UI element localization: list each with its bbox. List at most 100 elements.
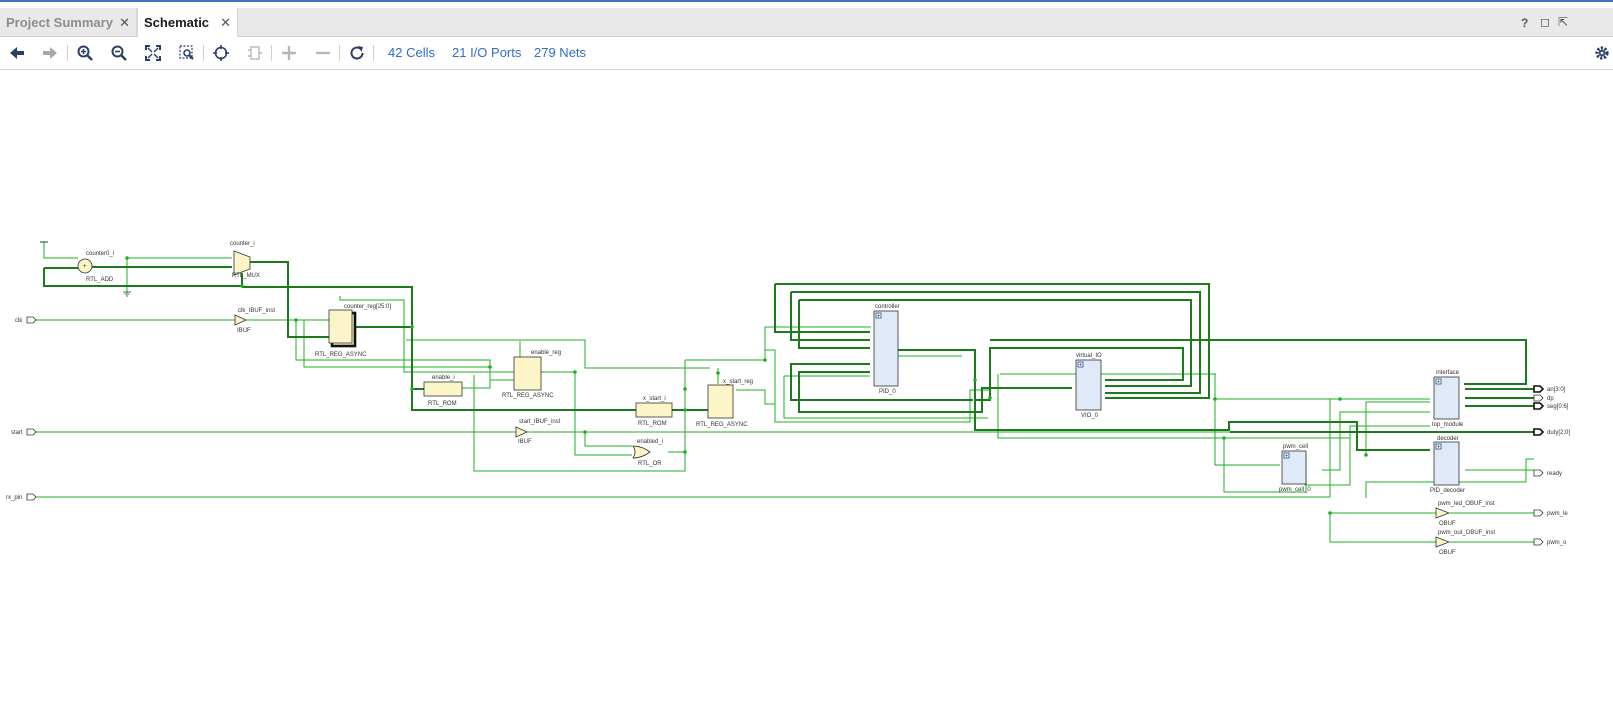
settings-gear-icon[interactable] [1592,43,1612,63]
cell-type: PID_0 [879,389,896,395]
zoom-in-icon[interactable] [75,43,95,63]
cell-type: OBUF [1439,550,1456,556]
help-icon[interactable]: ? [1521,16,1528,30]
forward-arrow-icon[interactable] [40,43,60,63]
cell-enable-i[interactable]: enable_i RTL_ROM [423,375,463,407]
select-icon[interactable] [211,43,231,63]
port-label: clk [15,318,23,324]
cell-type: VIO_0 [1081,413,1099,419]
collapse-icon[interactable] [313,43,333,63]
cell-controller[interactable]: controller PID_0 [873,304,900,395]
schematic-canvas[interactable]: clk start rx_pin + counter0_i RTL_ADD co… [0,70,1613,708]
cell-counter-reg[interactable]: counter_reg[25:0] RTL_REG_ASYNC [315,304,391,358]
cell-name: enabled_i [637,439,663,445]
cell-name: start_IBUF_inst [519,419,561,425]
back-arrow-icon[interactable] [7,43,27,63]
zoom-area-icon[interactable] [177,43,197,63]
cell-interface[interactable]: interface top_module [1432,370,1464,428]
cell-name: controller [875,304,900,310]
cell-name: x_start_i [643,396,666,402]
cell-type: OBUF [1439,521,1456,527]
port-label: an[3:0] [1547,387,1566,393]
toolbar-separator [373,45,374,61]
cell-x-start-reg[interactable]: x_start_reg RTL_REG_ASYNC [696,379,753,428]
cell-clk-ibuf-inst[interactable]: clk_IBUF_inst IBUF [234,308,275,334]
toolbar-separator [339,45,340,61]
cell-type: IBUF [518,439,532,445]
cell-type: pwm_cell_0 [1279,487,1311,493]
cell-virtual-io[interactable]: virtual_IO VIO_0 [1075,353,1102,419]
cell-decoder[interactable]: decoder PID_decoder [1430,436,1465,494]
cell-enabled-i[interactable]: enabled_i RTL_OR [632,439,663,467]
output-port-ready[interactable]: ready [1533,469,1562,477]
zoom-fit-icon[interactable] [143,43,163,63]
port-label: pwm_le [1547,511,1568,517]
cell-name: counter_reg[25:0] [344,304,391,310]
cell-type: RTL_OR [638,461,662,467]
cell-type: PID_decoder [1430,488,1465,494]
refresh-icon[interactable] [347,43,367,63]
tab-bar: Project Summary ✕ Schematic ✕ ? ◻ ⇱ [0,8,1613,37]
toolbar-separator [67,45,68,61]
port-label: rx_pin [6,495,22,501]
cell-type: RTL_ROM [428,401,457,407]
cell-name: pwm_cell [1283,444,1308,450]
schematic-toolbar: 42 Cells 21 I/O Ports 279 Nets [0,37,1613,70]
tab-project-summary[interactable]: Project Summary ✕ [0,8,137,36]
output-port-pwm-led[interactable]: pwm_le [1533,509,1568,517]
cell-name: decoder [1437,436,1459,442]
cell-name: virtual_IO [1076,353,1102,359]
toolbar-separator [271,45,272,61]
port-label: pwm_o [1547,540,1567,546]
cell-counter-i[interactable]: counter_i RTL_MUX [230,241,260,279]
cell-name: pwm_led_OBUF_inst [1438,501,1495,507]
cell-type: top_module [1432,422,1464,428]
cell-name: counter_i [230,241,255,247]
close-icon[interactable]: ✕ [119,15,130,31]
restore-icon[interactable]: ◻ [1540,15,1550,29]
port-label: dp [1547,396,1554,402]
toolbar-separator [203,45,204,61]
close-icon[interactable]: ✕ [220,15,231,31]
cell-name: counter0_i [86,251,114,257]
port-label: seg[0:6] [1547,404,1569,410]
cells-count-link[interactable]: 42 Cells [388,45,435,60]
port-label: duty[2:0] [1547,430,1570,436]
output-port-pwm-out[interactable]: pwm_o [1533,538,1567,546]
tab-label: Project Summary [6,14,113,30]
output-port-an[interactable]: an[3:0] [1533,385,1566,393]
output-port-duty[interactable]: duty[2:0] [1533,428,1570,436]
float-icon[interactable]: ⇱ [1558,15,1568,29]
cell-type: IBUF [237,328,251,334]
cell-pwm-led-obuf-inst[interactable]: pwm_led_OBUF_inst OBUF [1435,501,1495,527]
regenerate-icon[interactable] [245,43,265,63]
cell-enable-reg[interactable]: enable_reg RTL_REG_ASYNC [502,350,561,399]
cell-name: enable_reg [531,350,561,356]
input-port-rx-pin[interactable]: rx_pin [6,493,37,501]
svg-text:+: + [83,264,87,270]
input-port-clk[interactable]: clk [15,316,37,324]
cell-name: clk_IBUF_inst [238,308,275,314]
output-port-seg[interactable]: seg[0:6] [1533,402,1569,410]
zoom-out-icon[interactable] [109,43,129,63]
cell-name: pwm_out_OBUF_inst [1438,530,1495,536]
port-label: ready [1547,471,1562,477]
cell-type: RTL_REG_ASYNC [502,393,554,399]
cell-name: x_start_reg [723,379,753,385]
port-label: start [11,430,23,436]
cell-pwm-out-obuf-inst[interactable]: pwm_out_OBUF_inst OBUF [1435,530,1495,556]
expand-icon[interactable] [279,43,299,63]
cell-type: RTL_REG_ASYNC [696,422,748,428]
tab-schematic[interactable]: Schematic ✕ [137,8,238,37]
cell-name: interface [1436,370,1460,376]
tab-label: Schematic [144,15,210,30]
cell-type: RTL_MUX [232,273,260,279]
cell-x-start-i[interactable]: x_start_i RTL_ROM [635,396,673,427]
io-ports-count-link[interactable]: 21 I/O Ports [452,45,521,60]
cell-type: RTL_ROM [638,421,667,427]
cell-type: RTL_REG_ASYNC [315,352,367,358]
input-port-start[interactable]: start [11,428,37,436]
nets-count-link[interactable]: 279 Nets [534,45,586,60]
window-top-border [0,0,1613,8]
output-port-dp[interactable]: dp [1533,394,1554,402]
